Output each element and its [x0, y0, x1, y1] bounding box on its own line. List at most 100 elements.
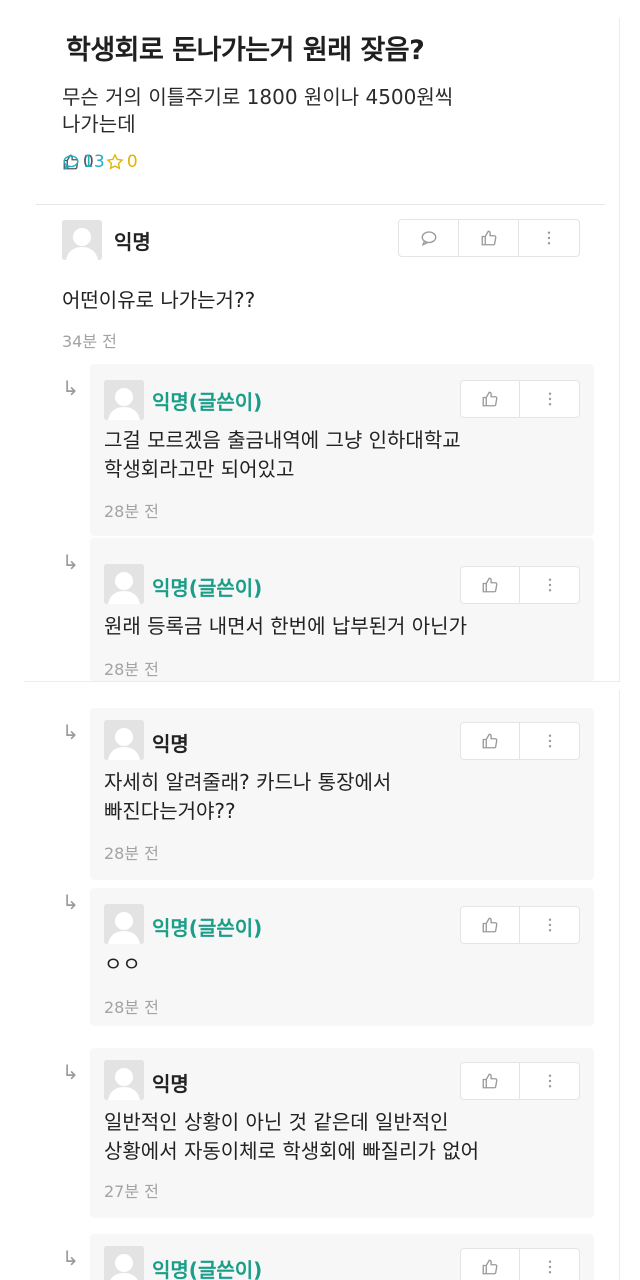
- reply-item: 익명 자세히 알려줄래? 카드나 통장에서 빠진다는거야?? 28분 전: [90, 708, 594, 880]
- reply-item: 익명 일반적인 상황이 아닌 것 같은데 일반적인 상황에서 자동이체로 학생회…: [90, 1048, 594, 1218]
- vertical-dots-icon: [548, 1260, 551, 1274]
- more-options-button[interactable]: [520, 567, 579, 603]
- more-options-button[interactable]: [520, 723, 579, 759]
- post-stats: 0 13 0: [62, 152, 150, 172]
- comment-text: 그걸 모르겠음 출금내역에 그냥 인하대학교 학생회라고만 되어있고: [104, 426, 461, 484]
- post-panel: 학생회로 돈나가는거 원래 잦음? 무슨 거의 이틀주기로 1800 원이나 4…: [24, 18, 620, 682]
- comment-actions: [460, 1248, 580, 1280]
- comment-actions: [460, 1062, 580, 1100]
- more-options-button[interactable]: [519, 220, 579, 256]
- comment-author: 익명(글쓴이): [152, 390, 263, 414]
- default-profile-icon: [104, 564, 144, 604]
- scrap-count-value: 0: [126, 152, 138, 172]
- thumbs-up-icon: [482, 577, 498, 593]
- reply-item: 익명(글쓴이) ㅇㅇ 28분 전: [90, 888, 594, 1026]
- comment-time: 28분 전: [104, 844, 159, 863]
- default-profile-icon: [104, 720, 144, 760]
- avatar: [104, 380, 144, 420]
- comment-text-line: 자세히 알려줄래? 카드나 통장에서: [104, 770, 392, 794]
- vertical-dots-icon: [548, 578, 551, 592]
- comment-author: 익명: [152, 732, 189, 756]
- comment-time: 28분 전: [104, 660, 159, 679]
- reply-arrow-icon: ↳: [62, 376, 79, 400]
- more-options-button[interactable]: [520, 1063, 579, 1099]
- post-title: 학생회로 돈나가는거 원래 잦음?: [66, 35, 425, 66]
- thumbs-up-icon: [481, 230, 496, 246]
- comment-author: 익명(글쓴이): [152, 916, 263, 940]
- default-profile-icon: [104, 1060, 144, 1100]
- post-body-line: 무슨 거의 이틀주기로 1800 원이나 4500원씩: [62, 85, 454, 109]
- post-divider: [36, 204, 605, 205]
- reply-arrow-icon: ↳: [62, 550, 79, 574]
- avatar: [104, 720, 144, 760]
- comment-text-line: ㅇㅇ: [104, 952, 141, 976]
- comment-author: 익명(글쓴이): [152, 1258, 263, 1280]
- like-button[interactable]: [459, 220, 519, 256]
- comment-text: 원래 등록금 내면서 한번에 납부된거 아닌가: [104, 612, 467, 641]
- comment-time: 34분 전: [62, 332, 117, 351]
- comment-text: 자세히 알려줄래? 카드나 통장에서 빠진다는거야??: [104, 768, 391, 826]
- comment-text-line: 일반적인 상황이 아닌 것 같은데 일반적인: [104, 1110, 449, 1134]
- comment-count-value: 13: [83, 152, 105, 172]
- more-options-button[interactable]: [520, 381, 579, 417]
- default-profile-icon: [62, 220, 102, 260]
- default-profile-icon: [104, 904, 144, 944]
- like-button[interactable]: [461, 907, 521, 943]
- reply-arrow-icon: ↳: [62, 1246, 79, 1270]
- thumbs-up-icon: [482, 391, 498, 407]
- reply-item: 익명(글쓴이) 원래 등록금 내면서 한번에 납부된거 아닌가 28분 전: [90, 538, 594, 681]
- comment-author: 익명: [152, 1072, 189, 1096]
- reply-arrow-icon: ↳: [62, 1060, 79, 1084]
- comment-time: 27분 전: [104, 1182, 159, 1201]
- like-button[interactable]: [461, 723, 521, 759]
- comment-text: 일반적인 상황이 아닌 것 같은데 일반적인 상황에서 자동이체로 학생회에 빠…: [104, 1108, 479, 1166]
- default-profile-icon: [104, 1246, 144, 1280]
- like-button[interactable]: [461, 1063, 521, 1099]
- like-button[interactable]: [461, 1249, 521, 1280]
- comment-time: 28분 전: [104, 998, 159, 1017]
- comment-text: ㅇㅇ: [104, 950, 141, 979]
- like-button[interactable]: [461, 381, 521, 417]
- comment-text-line: 어떤이유로 나가는거??: [62, 288, 256, 312]
- post-body: 무슨 거의 이틀주기로 1800 원이나 4500원씩 나가는데: [62, 84, 522, 138]
- more-options-button[interactable]: [520, 1249, 579, 1280]
- avatar: [62, 220, 102, 260]
- reply-arrow-icon: ↳: [62, 720, 79, 744]
- comment-author: 익명: [114, 230, 151, 254]
- thumbs-up-icon: [482, 1073, 498, 1089]
- avatar: [104, 1060, 144, 1100]
- comment-actions: [460, 906, 580, 944]
- post-body-line: 나가는데: [62, 112, 136, 136]
- comment-text-line: 빠진다는거야??: [104, 799, 236, 823]
- vertical-dots-icon: [548, 392, 551, 406]
- comment-actions: [460, 722, 580, 760]
- reply-item: 익명(글쓴이) 그걸 모르겠음 출금내역에 그냥 인하대학교 학생회라고만 되어…: [90, 364, 594, 536]
- scrap-count: 0: [106, 152, 138, 172]
- comments-panel: ↳ 익명 자세히 알려줄래? 카드나 통장에서 빠진다는거야?? 28분 전 ↳…: [24, 690, 620, 1280]
- thumbs-up-icon: [482, 917, 498, 933]
- speech-bubble-icon: [63, 155, 79, 171]
- vertical-dots-icon: [548, 1074, 551, 1088]
- thumbs-up-icon: [482, 733, 498, 749]
- speech-bubble-icon: [421, 231, 436, 247]
- vertical-dots-icon: [548, 734, 551, 748]
- more-options-button[interactable]: [520, 907, 579, 943]
- vertical-dots-icon: [547, 231, 551, 245]
- comment-text-line: 그걸 모르겠음 출금내역에 그냥 인하대학교: [104, 428, 461, 452]
- thumbs-up-icon: [482, 1259, 498, 1275]
- reply-button[interactable]: [399, 220, 459, 256]
- comment-text-line: 학생회라고만 되어있고: [104, 457, 295, 481]
- star-icon: [106, 153, 124, 170]
- avatar: [104, 564, 144, 604]
- comment-time: 28분 전: [104, 502, 159, 521]
- comment-text-line: 원래 등록금 내면서 한번에 납부된거 아닌가: [104, 614, 467, 638]
- like-button[interactable]: [461, 567, 521, 603]
- avatar: [104, 1246, 144, 1280]
- comment-author: 익명(글쓴이): [152, 576, 263, 600]
- comment-actions: [398, 219, 580, 257]
- reply-item: 익명(글쓴이): [90, 1234, 594, 1280]
- vertical-dots-icon: [548, 918, 551, 932]
- comment-item: 익명 어떤이유로 나가는거?? 34분 전: [24, 206, 619, 351]
- comment-actions: [460, 566, 580, 604]
- reply-arrow-icon: ↳: [62, 890, 79, 914]
